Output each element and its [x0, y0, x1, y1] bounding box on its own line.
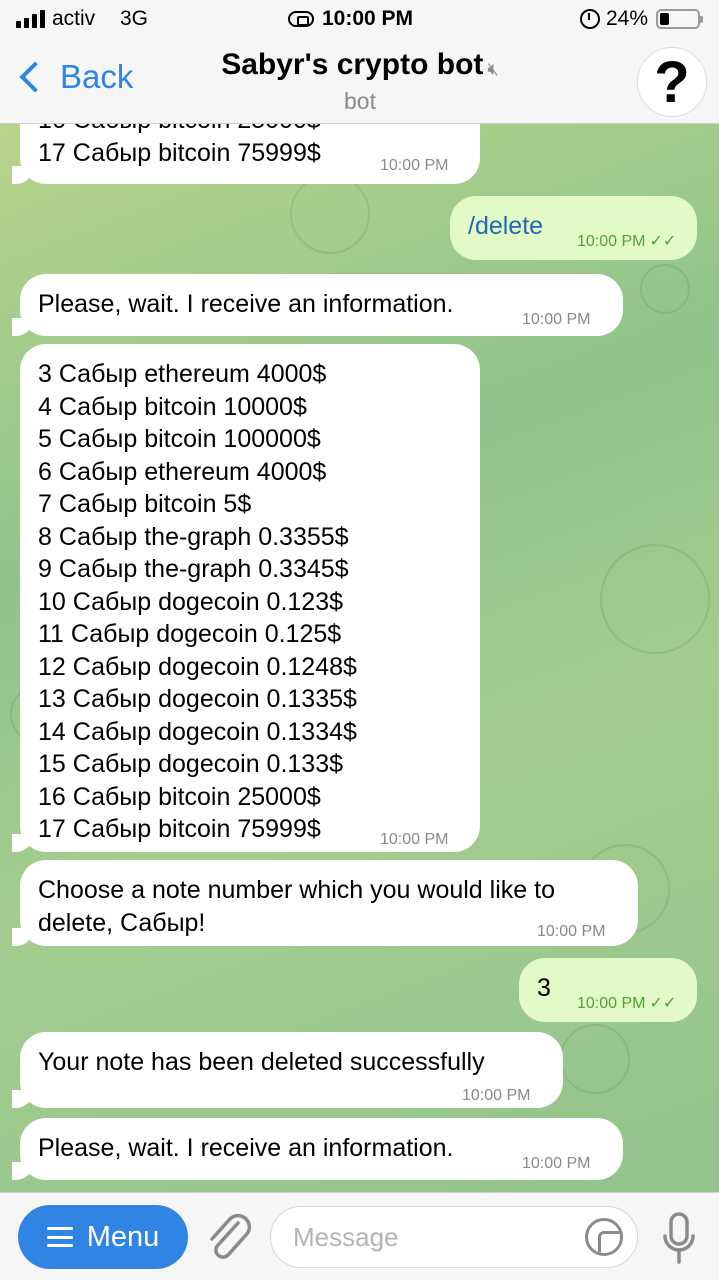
paperclip-icon[interactable]: [204, 1209, 252, 1265]
incoming-message[interactable]: Please, wait. I receive an information. …: [12, 274, 623, 336]
network-type: 3G: [120, 7, 149, 30]
muted-speaker-icon: 🔇︎: [487, 59, 499, 80]
note-list-item: 5 Сабыр bitcoin 100000$: [38, 425, 321, 453]
message-time: 10:00 PM: [522, 311, 591, 328]
message-text: Please, wait. I receive an information.: [38, 290, 454, 318]
chevron-left-icon: [19, 61, 51, 93]
signal-strength-icon: [16, 10, 45, 28]
note-list-item: 3 Сабыр ethereum 4000$: [38, 360, 327, 388]
incoming-message[interactable]: Your note has been deleted successfully …: [12, 1032, 563, 1108]
bot-command-link[interactable]: /delete: [468, 212, 543, 240]
hamburger-icon: [46, 1227, 73, 1247]
note-list-item: 10 Сабыр dogecoin 0.123$: [38, 587, 344, 616]
incoming-message[interactable]: 16 Сабыр bitcoin 25000$ 17 Сабыр bitcoin…: [12, 124, 480, 184]
battery-icon: [656, 9, 704, 29]
note-list-item: 7 Сабыр bitcoin 5$: [38, 490, 252, 518]
background-doodle: [290, 174, 370, 254]
message-text: 3: [537, 974, 551, 1002]
note-list-item: 16 Сабыр bitcoin 25000$: [38, 782, 321, 811]
menu-label: Menu: [86, 1220, 160, 1253]
background-doodle: [560, 1024, 630, 1094]
message-line: 16 Сабыр bitcoin 25000$: [38, 124, 462, 137]
status-time: 10:00 PM: [322, 7, 414, 30]
battery-percent: 24%: [606, 7, 649, 30]
chat-subtitle: bot: [344, 88, 376, 114]
message-time: 10:00 PM: [380, 831, 449, 848]
back-label: Back: [60, 58, 134, 95]
message-time-group: 10:00 PM ✓✓: [577, 226, 676, 259]
chat-history[interactable]: 16 Сабыр bitcoin 25000$ 17 Сабыр bitcoin…: [0, 124, 719, 1192]
note-list-item: 15 Сабыр dogecoin 0.133$: [38, 750, 344, 778]
chat-title-block[interactable]: Sabyr's crypto bot 🔇︎ bot: [180, 48, 540, 115]
composer-bar: Menu: [0, 1192, 719, 1280]
status-time-group: 10:00 PM: [288, 7, 413, 31]
outgoing-message[interactable]: /delete 10:00 PM ✓✓: [450, 196, 697, 260]
outgoing-message[interactable]: 3 10:00 PM ✓✓: [519, 958, 697, 1022]
note-list-item: 14 Сабыр dogecoin 0.1334$: [38, 717, 357, 746]
message-text: Your note has been deleted successfully: [38, 1048, 485, 1076]
message-time: 10:00 PM: [577, 995, 646, 1012]
status-bar: activ 3G 10:00 PM 24%: [0, 0, 719, 38]
battery-fill: [660, 13, 670, 25]
incoming-message[interactable]: Choose a note number which you would lik…: [12, 860, 638, 946]
message-time: 10:00 PM: [577, 233, 646, 250]
message-time-group: 10:00 PM ✓✓: [577, 988, 676, 1021]
message-time: 10:00 PM: [462, 1087, 531, 1104]
avatar-glyph: ?: [654, 49, 690, 115]
background-doodle: [600, 544, 710, 654]
double-check-icon: ✓✓: [649, 995, 677, 1012]
note-list-item: 12 Сабыр dogecoin 0.1248$: [38, 652, 357, 681]
message-text: Please, wait. I receive an information.: [38, 1134, 454, 1162]
carrier-name: activ: [52, 7, 96, 30]
note-list-item: 11 Сабыр dogecoin 0.125$: [38, 620, 342, 648]
incoming-message[interactable]: 3 Сабыр ethereum 4000$ 4 Сабыр bitcoin 10…: [12, 344, 480, 852]
note-list-item: 6 Сабыр ethereum 4000$: [38, 457, 327, 486]
note-list-item: 9 Сабыр the-graph 0.3345$: [38, 555, 349, 583]
avatar[interactable]: ?: [637, 47, 707, 117]
message-time: 10:00 PM: [522, 1155, 591, 1172]
incoming-message[interactable]: Please, wait. I receive an information. …: [12, 1118, 623, 1180]
message-time: 10:00 PM: [537, 923, 606, 940]
notes-list: 3 Сабыр ethereum 4000$ 4 Сабыр bitcoin 10…: [38, 358, 462, 846]
note-list-item: 4 Сабыр bitcoin 10000$: [38, 392, 307, 421]
back-button[interactable]: Back: [14, 58, 133, 96]
message-line: Choose a note number which you would lik…: [38, 876, 555, 904]
alarm-icon: [580, 9, 600, 29]
sticker-icon[interactable]: [585, 1218, 623, 1256]
chat-title: Sabyr's crypto bot: [221, 48, 484, 81]
note-list-item: 13 Сабыр dogecoin 0.1335$: [38, 685, 357, 713]
double-check-icon: ✓✓: [649, 233, 677, 250]
message-input[interactable]: [270, 1206, 638, 1268]
status-right-group: 24%: [580, 7, 704, 31]
message-time: 10:00 PM: [380, 157, 449, 174]
microphone-icon[interactable]: [662, 1211, 696, 1265]
rotation-lock-icon: [288, 11, 314, 27]
message-line: delete, Сабыр!: [38, 908, 206, 937]
background-doodle: [640, 264, 690, 314]
bot-menu-button[interactable]: Menu: [18, 1205, 188, 1269]
note-list-item: 8 Сабыр the-graph 0.3355$: [38, 522, 349, 551]
chat-header: Back Sabyr's crypto bot 🔇︎ bot ?: [0, 38, 719, 124]
